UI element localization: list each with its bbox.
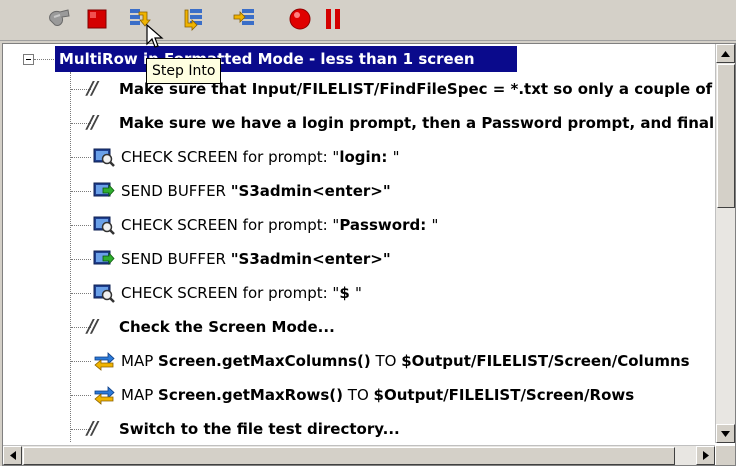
step-text: CHECK SCREEN for prompt: "$ " [121, 276, 362, 310]
step-target: $Output/FILELIST/Screen/Rows [373, 386, 635, 404]
step-keyword: CHECK SCREEN for prompt: " [121, 148, 340, 166]
map-icon [93, 350, 115, 372]
record-icon [289, 8, 311, 30]
record-button[interactable] [285, 4, 315, 34]
pause-button[interactable] [318, 4, 348, 34]
step-suffix: " [392, 148, 400, 166]
tree-row-comment[interactable]: // Switch to the file test directory... [3, 412, 715, 443]
step-text: CHECK SCREEN for prompt: "Password: " [121, 208, 438, 242]
step-target: $Output/FILELIST/Screen/Columns [401, 352, 690, 370]
tree-row-check[interactable]: CHECK SCREEN for prompt: "login: " [3, 140, 715, 174]
tree-row-check[interactable]: CHECK SCREEN for prompt: "$ " [3, 276, 715, 310]
script-tree: MultiRow in Formatted Mode - less than 1… [3, 44, 715, 443]
step-over-button[interactable] [180, 4, 210, 34]
scroll-right-icon [702, 451, 709, 460]
mouse-cursor-icon [146, 24, 164, 48]
tree-guide-line [34, 59, 54, 60]
check-screen-icon [93, 282, 115, 304]
step-keyword: TO [343, 386, 374, 404]
horizontal-scroll-thumb[interactable] [23, 447, 675, 465]
step-text: MAP Screen.getMaxColumns() TO $Output/FI… [121, 344, 690, 378]
step-keyword: CHECK SCREEN for prompt: " [121, 284, 340, 302]
tree-row-send[interactable]: SEND BUFFER "S3admin<enter>" [3, 174, 715, 208]
step-keyword: TO [370, 352, 402, 370]
scroll-left-icon [9, 451, 16, 460]
comment-text: Check the Screen Mode... [119, 318, 335, 336]
tree-row-comment[interactable]: //Make sure that Input/FILELIST/FindFile… [3, 72, 715, 106]
step-source: Screen.getMaxColumns() [158, 352, 371, 370]
tooltip: Step Into [146, 58, 222, 84]
check-screen-icon [93, 146, 115, 168]
tree-row-check[interactable]: CHECK SCREEN for prompt: "Password: " [3, 208, 715, 242]
step-source: Screen.getMaxRows() [158, 386, 344, 404]
step-value: $ [339, 284, 356, 302]
scroll-up-button[interactable] [716, 44, 735, 63]
step-value: Password: [339, 216, 432, 234]
step-text: SEND BUFFER "S3admin<enter>" [121, 242, 391, 276]
comment-text: Make sure we have a login prompt, then a… [119, 114, 715, 132]
pause-icon [326, 9, 340, 29]
comment-text: Switch to the file test directory... [119, 420, 400, 438]
step-value: login: [339, 148, 393, 166]
step-keyword: MAP [121, 386, 159, 404]
comment-icon: // [87, 316, 98, 337]
vertical-scrollbar[interactable] [715, 44, 735, 443]
tree-row-map[interactable]: MAP Screen.getMaxColumns() TO $Output/FI… [3, 344, 715, 378]
check-screen-icon [93, 214, 115, 236]
scroll-right-button[interactable] [696, 446, 715, 465]
send-buffer-icon [93, 248, 115, 270]
step-keyword: CHECK SCREEN for prompt: " [121, 216, 340, 234]
horizontal-scrollbar[interactable] [3, 445, 715, 465]
step-value: "S3admin<enter>" [230, 250, 391, 268]
tree-row-send[interactable]: SEND BUFFER "S3admin<enter>" [3, 242, 715, 276]
step-suffix: " [355, 284, 362, 302]
disconnect-button[interactable] [44, 4, 74, 34]
send-buffer-icon [93, 180, 115, 202]
tree-row-map[interactable]: MAP Screen.getMaxRows() TO $Output/FILEL… [3, 378, 715, 412]
toolbar [0, 0, 736, 41]
step-text: CHECK SCREEN for prompt: "login: " [121, 140, 399, 174]
scroll-down-icon [721, 430, 730, 437]
step-suffix: " [431, 216, 439, 234]
step-out-button[interactable] [230, 4, 260, 34]
step-value: "S3admin<enter>" [230, 182, 391, 200]
map-icon [93, 384, 115, 406]
scroll-up-icon [721, 50, 730, 57]
comment-icon: // [87, 418, 98, 439]
step-text: SEND BUFFER "S3admin<enter>" [121, 174, 391, 208]
step-out-icon [233, 9, 254, 25]
tree-row-comment[interactable]: // Check the Screen Mode... [3, 310, 715, 344]
comment-icon: // [87, 112, 98, 133]
root-node-label[interactable]: MultiRow in Formatted Mode - less than 1… [55, 46, 517, 72]
scroll-down-button[interactable] [716, 424, 735, 443]
vertical-scroll-thumb[interactable] [717, 64, 735, 208]
step-keyword: MAP [121, 352, 159, 370]
comment-icon: // [87, 78, 98, 99]
step-keyword: SEND BUFFER [121, 182, 231, 200]
step-keyword: SEND BUFFER [121, 250, 231, 268]
step-text: MAP Screen.getMaxRows() TO $Output/FILEL… [121, 378, 634, 412]
tree-root-node[interactable]: MultiRow in Formatted Mode - less than 1… [3, 46, 715, 72]
step-over-icon [184, 9, 202, 31]
collapse-toggle-icon[interactable] [23, 54, 34, 65]
scroll-left-button[interactable] [3, 446, 22, 465]
tree-row-comment[interactable]: // Make sure we have a login prompt, then… [3, 106, 715, 140]
disconnect-icon [49, 9, 70, 26]
script-tree-panel: MultiRow in Formatted Mode - less than 1… [2, 43, 736, 466]
stop-icon [87, 9, 107, 29]
stop-button[interactable] [82, 4, 112, 34]
scrollbar-corner [716, 446, 735, 465]
